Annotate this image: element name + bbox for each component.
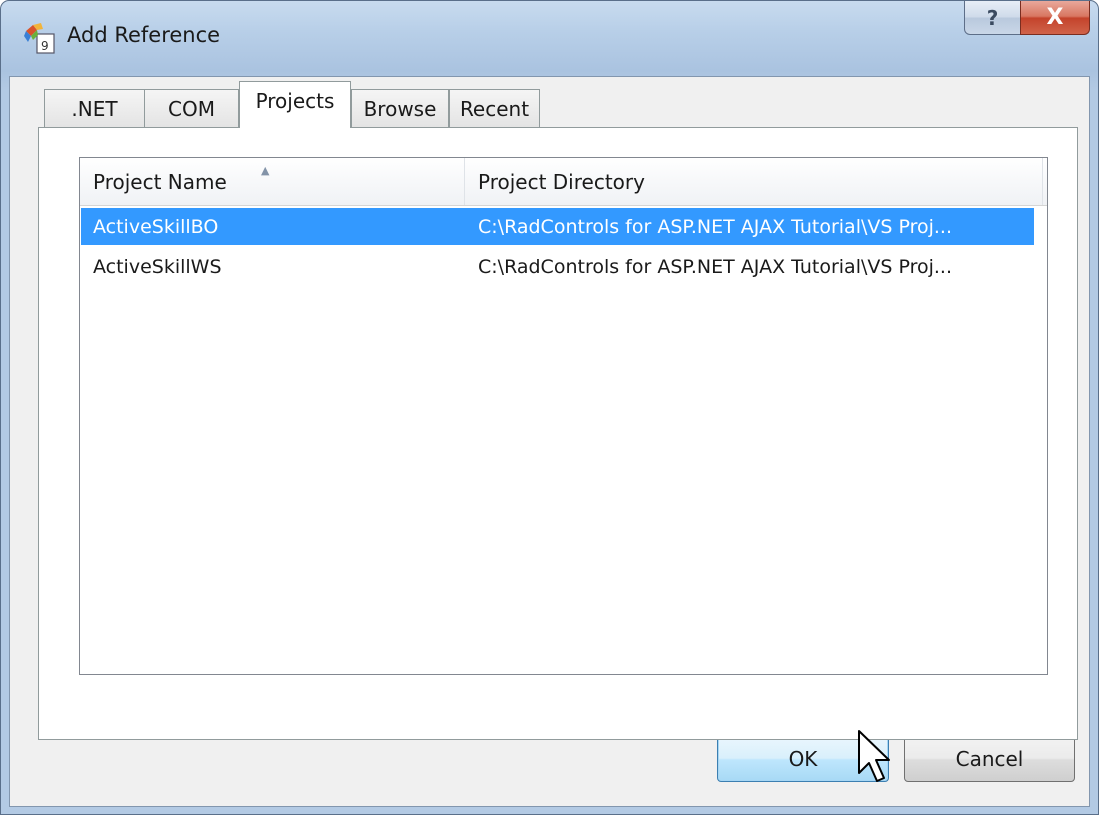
tab-browse[interactable]: Browse	[351, 89, 449, 127]
help-button[interactable]: ?	[964, 1, 1021, 35]
project-name-cell: ActiveSkillWS	[93, 255, 222, 278]
add-reference-app-icon: 9	[24, 23, 55, 54]
tab-com[interactable]: COM	[144, 89, 239, 127]
column-header-label: Project Name	[93, 169, 227, 194]
column-header-project-name[interactable]: Project Name ▲	[80, 158, 465, 205]
dialog-client-area: .NET COM Projects Browse Recent Project …	[9, 76, 1090, 807]
help-icon: ?	[986, 5, 999, 30]
close-button[interactable]: X	[1020, 1, 1090, 35]
column-header-project-directory[interactable]: Project Directory	[465, 158, 1043, 205]
tab-recent[interactable]: Recent	[449, 89, 540, 127]
title-bar[interactable]: 9 Add Reference ? X	[1, 1, 1098, 76]
svg-text:9: 9	[41, 39, 49, 53]
window-title: Add Reference	[67, 23, 221, 47]
tab-dotnet[interactable]: .NET	[44, 89, 145, 127]
projects-list[interactable]: Project Name ▲ Project Directory ActiveS…	[79, 157, 1048, 675]
project-directory-cell: C:\RadControls for ASP.NET AJAX Tutorial…	[478, 255, 953, 278]
sort-ascending-icon: ▲	[261, 164, 270, 177]
tab-projects[interactable]: Projects	[239, 81, 351, 128]
list-item[interactable]: ActiveSkillBO C:\RadControls for ASP.NET…	[81, 208, 1034, 245]
close-icon: X	[1046, 5, 1064, 30]
project-name-cell: ActiveSkillBO	[93, 215, 219, 238]
mouse-pointer-icon	[858, 730, 890, 782]
list-header: Project Name ▲ Project Directory	[80, 158, 1047, 206]
add-reference-dialog: 9 Add Reference ? X .NET COM Projects Br…	[0, 0, 1099, 815]
project-directory-cell: C:\RadControls for ASP.NET AJAX Tutorial…	[478, 215, 953, 238]
list-item[interactable]: ActiveSkillWS C:\RadControls for ASP.NET…	[81, 248, 1034, 285]
column-header-label: Project Directory	[478, 169, 645, 194]
projects-tab-panel: Project Name ▲ Project Directory ActiveS…	[38, 127, 1078, 740]
cancel-button[interactable]: Cancel	[904, 736, 1075, 782]
